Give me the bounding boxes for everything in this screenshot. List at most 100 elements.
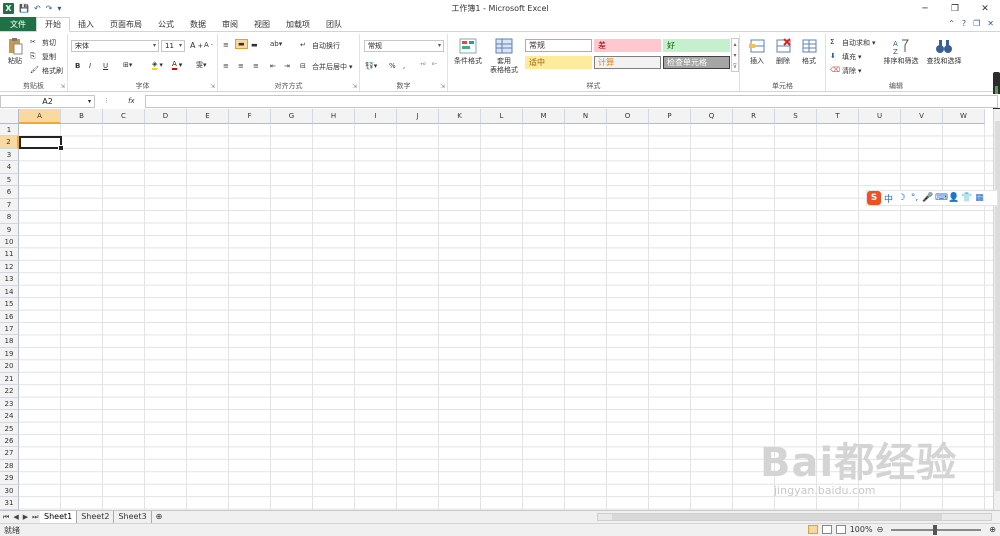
column-header[interactable]: P: [649, 109, 691, 124]
row-header[interactable]: 2: [0, 136, 19, 149]
format-cells-button[interactable]: 格式: [796, 37, 822, 66]
restore-button[interactable]: ❐: [940, 0, 970, 17]
font-dialog-launcher-icon[interactable]: ⇲: [210, 83, 215, 90]
row-header[interactable]: 12: [0, 260, 19, 274]
tab-data[interactable]: 数据: [182, 17, 214, 31]
row-header[interactable]: 27: [0, 447, 19, 460]
zoom-knob[interactable]: [933, 524, 938, 535]
row-header[interactable]: 21: [0, 372, 19, 386]
column-header[interactable]: K: [439, 109, 481, 124]
column-header[interactable]: H: [313, 109, 355, 124]
insert-cells-button[interactable]: 插入: [744, 37, 770, 66]
copy-button[interactable]: ⎘ 复制: [30, 52, 56, 62]
italic-button[interactable]: I: [89, 62, 91, 70]
column-header[interactable]: D: [145, 109, 187, 124]
tab-review[interactable]: 审阅: [214, 17, 246, 31]
row-header[interactable]: 7: [0, 198, 19, 212]
align-left-icon[interactable]: ≡: [223, 62, 229, 70]
autosum-button[interactable]: Σ 自动求和 ▾: [830, 38, 876, 48]
restore-workbook-icon[interactable]: ❐: [973, 19, 980, 28]
find-select-button[interactable]: 查找和选择: [923, 37, 965, 66]
cut-button[interactable]: ✂ 剪切: [30, 38, 56, 48]
column-header[interactable]: B: [61, 109, 103, 124]
skin-icon[interactable]: 👕: [961, 193, 972, 203]
style-good[interactable]: 好: [663, 39, 730, 52]
tab-insert[interactable]: 插入: [70, 17, 102, 31]
delete-cells-button[interactable]: 删除: [770, 37, 796, 66]
column-header[interactable]: C: [103, 109, 145, 124]
decrease-indent-icon[interactable]: ⇤: [270, 62, 276, 70]
tab-file[interactable]: 文件: [0, 17, 36, 31]
column-header[interactable]: F: [229, 109, 271, 124]
row-header[interactable]: 3: [0, 148, 19, 162]
style-normal[interactable]: 常规: [525, 39, 592, 52]
align-middle-icon[interactable]: ▬: [235, 39, 248, 49]
undo-icon[interactable]: ↶: [34, 4, 41, 13]
row-header[interactable]: 17: [0, 323, 19, 336]
normal-view-icon[interactable]: [807, 525, 818, 534]
underline-button[interactable]: U: [103, 62, 108, 70]
increase-decimal-icon[interactable]: ⁺⁰: [420, 62, 426, 69]
sheet-tab-1[interactable]: Sheet1: [40, 511, 78, 523]
column-header[interactable]: Q: [691, 109, 733, 124]
sheet-tab-3[interactable]: Sheet3: [114, 511, 152, 523]
prev-sheet-icon[interactable]: ◀: [13, 513, 18, 522]
row-header[interactable]: 9: [0, 223, 19, 236]
name-box[interactable]: A2 ▾: [0, 94, 95, 108]
style-calculation[interactable]: 计算: [594, 56, 661, 69]
row-header[interactable]: 11: [0, 248, 19, 261]
redo-icon[interactable]: ↷: [46, 4, 53, 13]
row-header[interactable]: 18: [0, 335, 19, 348]
row-header[interactable]: 26: [0, 434, 19, 448]
row-header[interactable]: 15: [0, 298, 19, 311]
tab-formulas[interactable]: 公式: [150, 17, 182, 31]
row-header[interactable]: 20: [0, 360, 19, 373]
column-header[interactable]: V: [901, 109, 943, 124]
dialog-launcher-icon[interactable]: ⇲: [60, 83, 65, 90]
formula-input[interactable]: [145, 94, 998, 108]
column-header[interactable]: M: [523, 109, 565, 124]
last-sheet-icon[interactable]: ⏭: [32, 513, 38, 522]
horizontal-scroll-thumb[interactable]: [612, 514, 942, 520]
percent-button[interactable]: %: [389, 62, 396, 70]
column-header[interactable]: O: [607, 109, 649, 124]
column-header[interactable]: T: [817, 109, 859, 124]
style-check-cell[interactable]: 检查单元格: [663, 56, 730, 69]
tab-addins[interactable]: 加载项: [278, 17, 318, 31]
tab-home[interactable]: 开始: [36, 17, 70, 32]
format-as-table-button[interactable]: 套用 表格格式: [486, 37, 522, 75]
row-header[interactable]: 8: [0, 211, 19, 224]
column-header[interactable]: J: [397, 109, 439, 124]
borders-icon[interactable]: ⊞▾: [123, 61, 132, 69]
paste-button[interactable]: 粘贴: [3, 37, 27, 66]
row-header[interactable]: 28: [0, 459, 19, 473]
vertical-scroll-thumb[interactable]: [995, 121, 1000, 491]
keyboard-icon[interactable]: ⌨: [935, 193, 948, 203]
column-header[interactable]: E: [187, 109, 229, 124]
style-bad[interactable]: 差: [594, 39, 661, 52]
column-header[interactable]: R: [733, 109, 775, 124]
select-all-corner[interactable]: [0, 109, 19, 124]
zoom-slider[interactable]: [891, 524, 982, 535]
alignment-dialog-launcher-icon[interactable]: ⇲: [352, 83, 357, 90]
font-name-select[interactable]: 宋体 ▾: [71, 40, 159, 52]
row-header[interactable]: 14: [0, 285, 19, 299]
column-header[interactable]: S: [775, 109, 817, 124]
row-header[interactable]: 23: [0, 397, 19, 411]
row-header[interactable]: 6: [0, 186, 19, 199]
row-header[interactable]: 1: [0, 124, 19, 137]
insert-sheet-icon[interactable]: ⊕: [152, 511, 167, 523]
row-header[interactable]: 16: [0, 310, 19, 323]
row-header[interactable]: 13: [0, 273, 19, 286]
row-header[interactable]: 29: [0, 472, 19, 485]
row-header[interactable]: 10: [0, 235, 19, 249]
zoom-in-icon[interactable]: ⊕: [989, 525, 996, 534]
row-header[interactable]: 25: [0, 422, 19, 435]
column-header[interactable]: U: [859, 109, 901, 124]
accounting-format-icon[interactable]: 💱▾: [365, 62, 377, 70]
sogou-logo-icon[interactable]: S: [867, 191, 881, 205]
wrap-text-button[interactable]: ↵ 自动换行: [300, 41, 340, 51]
align-center-icon[interactable]: ≡: [238, 62, 244, 70]
excel-logo-icon[interactable]: X: [3, 3, 14, 14]
align-bottom-icon[interactable]: ▬: [251, 41, 258, 49]
